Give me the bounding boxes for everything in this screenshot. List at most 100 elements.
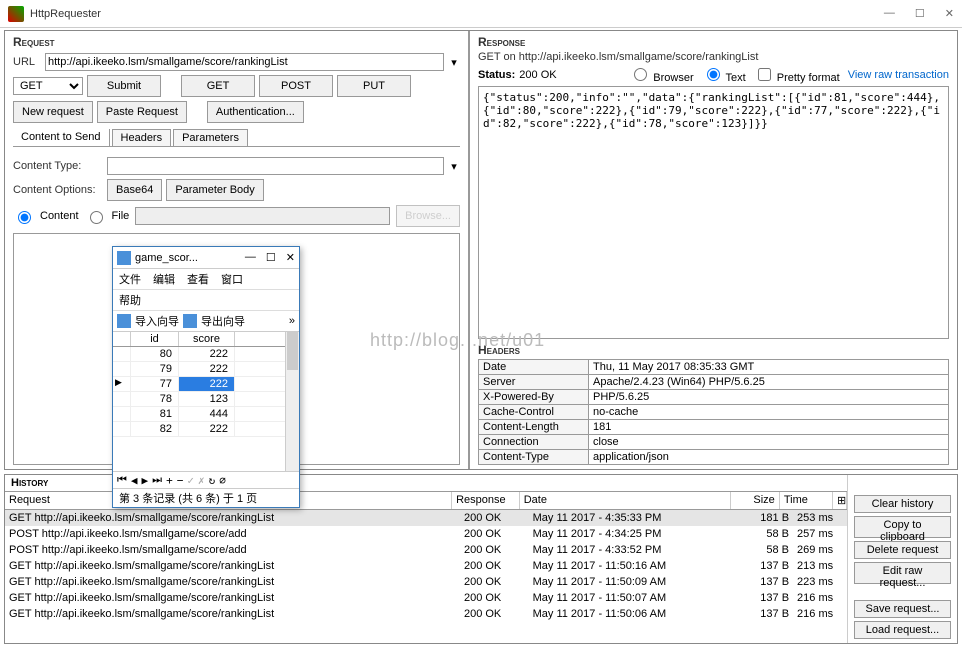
tab-headers[interactable]: Headers (112, 129, 172, 146)
new-request-button[interactable]: New request (13, 101, 93, 123)
nav-add-button[interactable]: + (166, 474, 173, 487)
popup-close-button[interactable]: ✕ (286, 251, 295, 264)
history-row[interactable]: GET http://api.ikeeko.lsm/smallgame/scor… (5, 574, 847, 590)
view-raw-link[interactable]: View raw transaction (848, 69, 949, 81)
put-button[interactable]: PUT (337, 75, 411, 97)
request-title: Request (13, 35, 460, 49)
history-col-size[interactable]: Size (731, 492, 779, 509)
header-key: Date (479, 360, 589, 374)
popup-scrollbar[interactable] (285, 332, 299, 471)
header-row: X-Powered-ByPHP/5.6.25 (478, 390, 949, 405)
submit-button[interactable]: Submit (87, 75, 161, 97)
popup-menu-edit[interactable]: 编辑 (153, 271, 175, 287)
history-row[interactable]: POST http://api.ikeeko.lsm/smallgame/sco… (5, 526, 847, 542)
history-row[interactable]: GET http://api.ikeeko.lsm/smallgame/scor… (5, 606, 847, 622)
browse-button: Browse... (396, 205, 460, 227)
history-row[interactable]: POST http://api.ikeeko.lsm/smallgame/sco… (5, 542, 847, 558)
nav-next-button[interactable]: ▶ (142, 474, 149, 487)
history-row[interactable]: GET http://api.ikeeko.lsm/smallgame/scor… (5, 590, 847, 606)
popup-menu-file[interactable]: 文件 (119, 271, 141, 287)
copy-clipboard-button[interactable]: Copy to clipboard (854, 516, 951, 538)
load-request-button[interactable]: Load request... (854, 621, 951, 639)
history-col-response[interactable]: Response (452, 492, 520, 509)
popup-table-row[interactable]: 81444 (113, 407, 299, 422)
header-key: Content-Length (479, 420, 589, 434)
popup-col-score[interactable]: score (179, 332, 235, 346)
content-type-input[interactable] (107, 157, 444, 175)
popup-minimize-button[interactable]: — (245, 251, 256, 264)
popup-table-row[interactable]: 78123 (113, 392, 299, 407)
header-value: no-cache (589, 405, 948, 419)
url-input[interactable] (45, 53, 444, 71)
popup-table-row[interactable]: 80222 (113, 347, 299, 362)
delete-request-button[interactable]: Delete request (854, 541, 951, 559)
response-panel: Response GET on http://api.ikeeko.lsm/sm… (470, 31, 957, 469)
window-close-button[interactable]: ✕ (945, 7, 954, 20)
nav-prev-button[interactable]: ◀ (131, 474, 138, 487)
edit-raw-button[interactable]: Edit raw request... (854, 562, 951, 584)
popup-import-button[interactable]: 导入向导 (135, 313, 179, 329)
popup-toolbar-chevron[interactable]: » (289, 315, 295, 327)
view-browser-radio[interactable] (634, 68, 647, 81)
nav-cross-button[interactable]: ⌀ (219, 474, 226, 487)
headers-title: Headers (478, 343, 949, 357)
nav-last-button[interactable]: ⏭ (152, 473, 162, 487)
tab-parameters[interactable]: Parameters (173, 129, 248, 146)
popup-menu-window[interactable]: 窗口 (221, 271, 243, 287)
header-value: Apache/2.4.23 (Win64) PHP/5.6.25 (589, 375, 948, 389)
header-key: Cache-Control (479, 405, 589, 419)
nav-refresh-button[interactable]: ↻ (209, 474, 216, 487)
history-col-date[interactable]: Date (520, 492, 732, 509)
base64-button[interactable]: Base64 (107, 179, 162, 201)
header-value: close (589, 435, 948, 449)
popup-table-row[interactable]: 79222 (113, 362, 299, 377)
content-options-label: Content Options: (13, 184, 103, 196)
content-radio[interactable] (18, 211, 31, 224)
nav-cancel-button[interactable]: ✗ (198, 474, 205, 487)
header-key: Content-Type (479, 450, 589, 464)
nav-del-button[interactable]: − (177, 474, 184, 487)
paste-request-button[interactable]: Paste Request (97, 101, 187, 123)
header-row: ServerApache/2.4.23 (Win64) PHP/5.6.25 (478, 375, 949, 390)
popup-menu-view[interactable]: 查看 (187, 271, 209, 287)
save-request-button[interactable]: Save request... (854, 600, 951, 618)
url-dropdown-icon[interactable]: ▾ (448, 56, 460, 69)
status-label: Status: (478, 69, 515, 81)
file-radio[interactable] (90, 211, 103, 224)
popup-app-icon (117, 251, 131, 265)
url-label: URL (13, 56, 41, 68)
history-row[interactable]: GET http://api.ikeeko.lsm/smallgame/scor… (5, 510, 847, 526)
window-minimize-button[interactable]: — (884, 7, 895, 20)
history-col-time[interactable]: Time (780, 492, 833, 509)
history-cols-menu-icon[interactable]: ⊞ (833, 492, 847, 509)
pretty-format-checkbox[interactable] (758, 68, 771, 81)
titlebar: HttpRequester — ☐ ✕ (0, 0, 962, 28)
header-key: Connection (479, 435, 589, 449)
popup-maximize-button[interactable]: ☐ (266, 251, 276, 264)
authentication-button[interactable]: Authentication... (207, 101, 304, 123)
history-row[interactable]: GET http://api.ikeeko.lsm/smallgame/scor… (5, 558, 847, 574)
nav-first-button[interactable]: ⏮ (117, 473, 127, 487)
header-key: X-Powered-By (479, 390, 589, 404)
get-button[interactable]: GET (181, 75, 255, 97)
popup-menu-help[interactable]: 帮助 (119, 295, 141, 307)
method-select[interactable]: GET (13, 77, 83, 95)
header-value: 181 (589, 420, 948, 434)
file-path-input (135, 207, 390, 225)
view-text-radio[interactable] (707, 68, 720, 81)
tab-content-to-send[interactable]: Content to Send (13, 129, 110, 146)
parameter-body-button[interactable]: Parameter Body (166, 179, 263, 201)
popup-window[interactable]: game_scor... — ☐ ✕ 文件 编辑 查看 窗口 帮助 导入向导 导… (112, 246, 300, 508)
popup-table-row[interactable]: 82222 (113, 422, 299, 437)
app-title: HttpRequester (30, 8, 884, 20)
clear-history-button[interactable]: Clear history (854, 495, 951, 513)
popup-export-button[interactable]: 导出向导 (201, 313, 245, 329)
post-button[interactable]: POST (259, 75, 333, 97)
popup-table-row[interactable]: 77222 (113, 377, 299, 392)
content-type-dropdown-icon[interactable]: ▾ (448, 160, 460, 173)
popup-col-id[interactable]: id (131, 332, 179, 346)
nav-ok-button[interactable]: ✓ (187, 474, 194, 487)
response-title: Response (478, 35, 949, 49)
window-maximize-button[interactable]: ☐ (915, 7, 925, 20)
response-body[interactable]: {"status":200,"info":"","data":{"ranking… (478, 86, 949, 339)
